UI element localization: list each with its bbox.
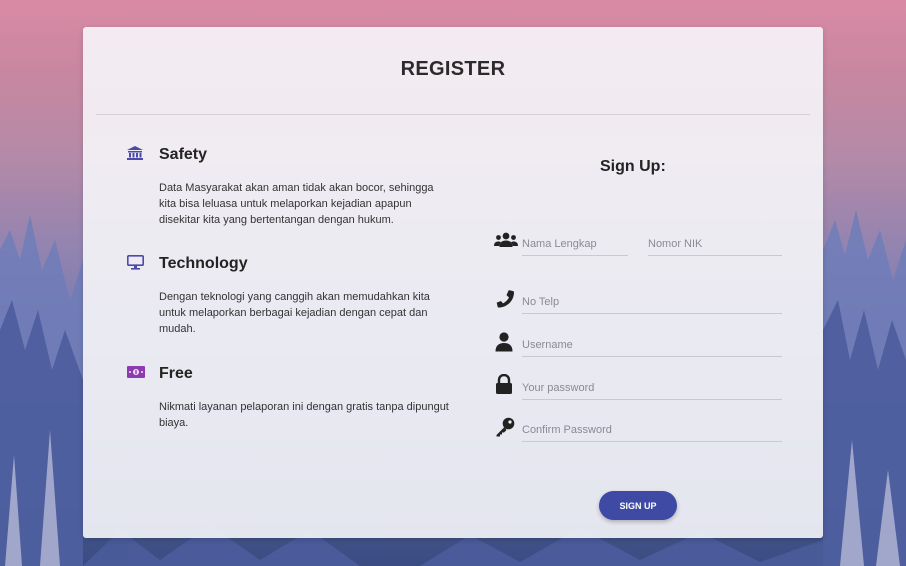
full-name-input[interactable]	[522, 234, 628, 254]
title-divider	[96, 114, 810, 115]
sign-up-button[interactable]: SIGN UP	[599, 491, 677, 520]
full-name-field[interactable]	[522, 234, 628, 256]
password-input[interactable]	[522, 378, 782, 398]
nik-input[interactable]	[648, 234, 782, 254]
username-field[interactable]	[522, 335, 782, 357]
nik-field[interactable]	[648, 234, 782, 256]
confirm-password-field[interactable]	[522, 420, 782, 442]
register-card: REGISTER Safety Data Masyarakat akan ama…	[83, 27, 823, 538]
phone-field[interactable]	[522, 292, 782, 314]
phone-icon	[495, 289, 515, 309]
phone-input[interactable]	[522, 292, 782, 312]
signup-title: Sign Up:	[600, 158, 666, 175]
users-icon	[494, 232, 518, 252]
feature-heading: Free	[159, 365, 193, 382]
monitor-icon	[127, 255, 145, 270]
username-input[interactable]	[522, 335, 782, 355]
user-icon	[495, 332, 515, 352]
feature-heading: Technology	[159, 255, 248, 272]
confirm-password-input[interactable]	[522, 420, 782, 440]
password-field[interactable]	[522, 378, 782, 400]
feature-text: Dengan teknologi yang canggih akan memud…	[159, 291, 430, 335]
lock-icon	[495, 373, 515, 394]
bank-icon	[127, 146, 145, 160]
page-title: REGISTER	[400, 58, 506, 80]
money-icon	[127, 365, 145, 379]
feature-text: Nikmati layanan pelaporan ini dengan gra…	[159, 401, 449, 429]
feature-text: Data Masyarakat akan aman tidak akan boc…	[159, 182, 434, 226]
feature-heading: Safety	[159, 146, 208, 163]
key-icon	[495, 417, 515, 437]
